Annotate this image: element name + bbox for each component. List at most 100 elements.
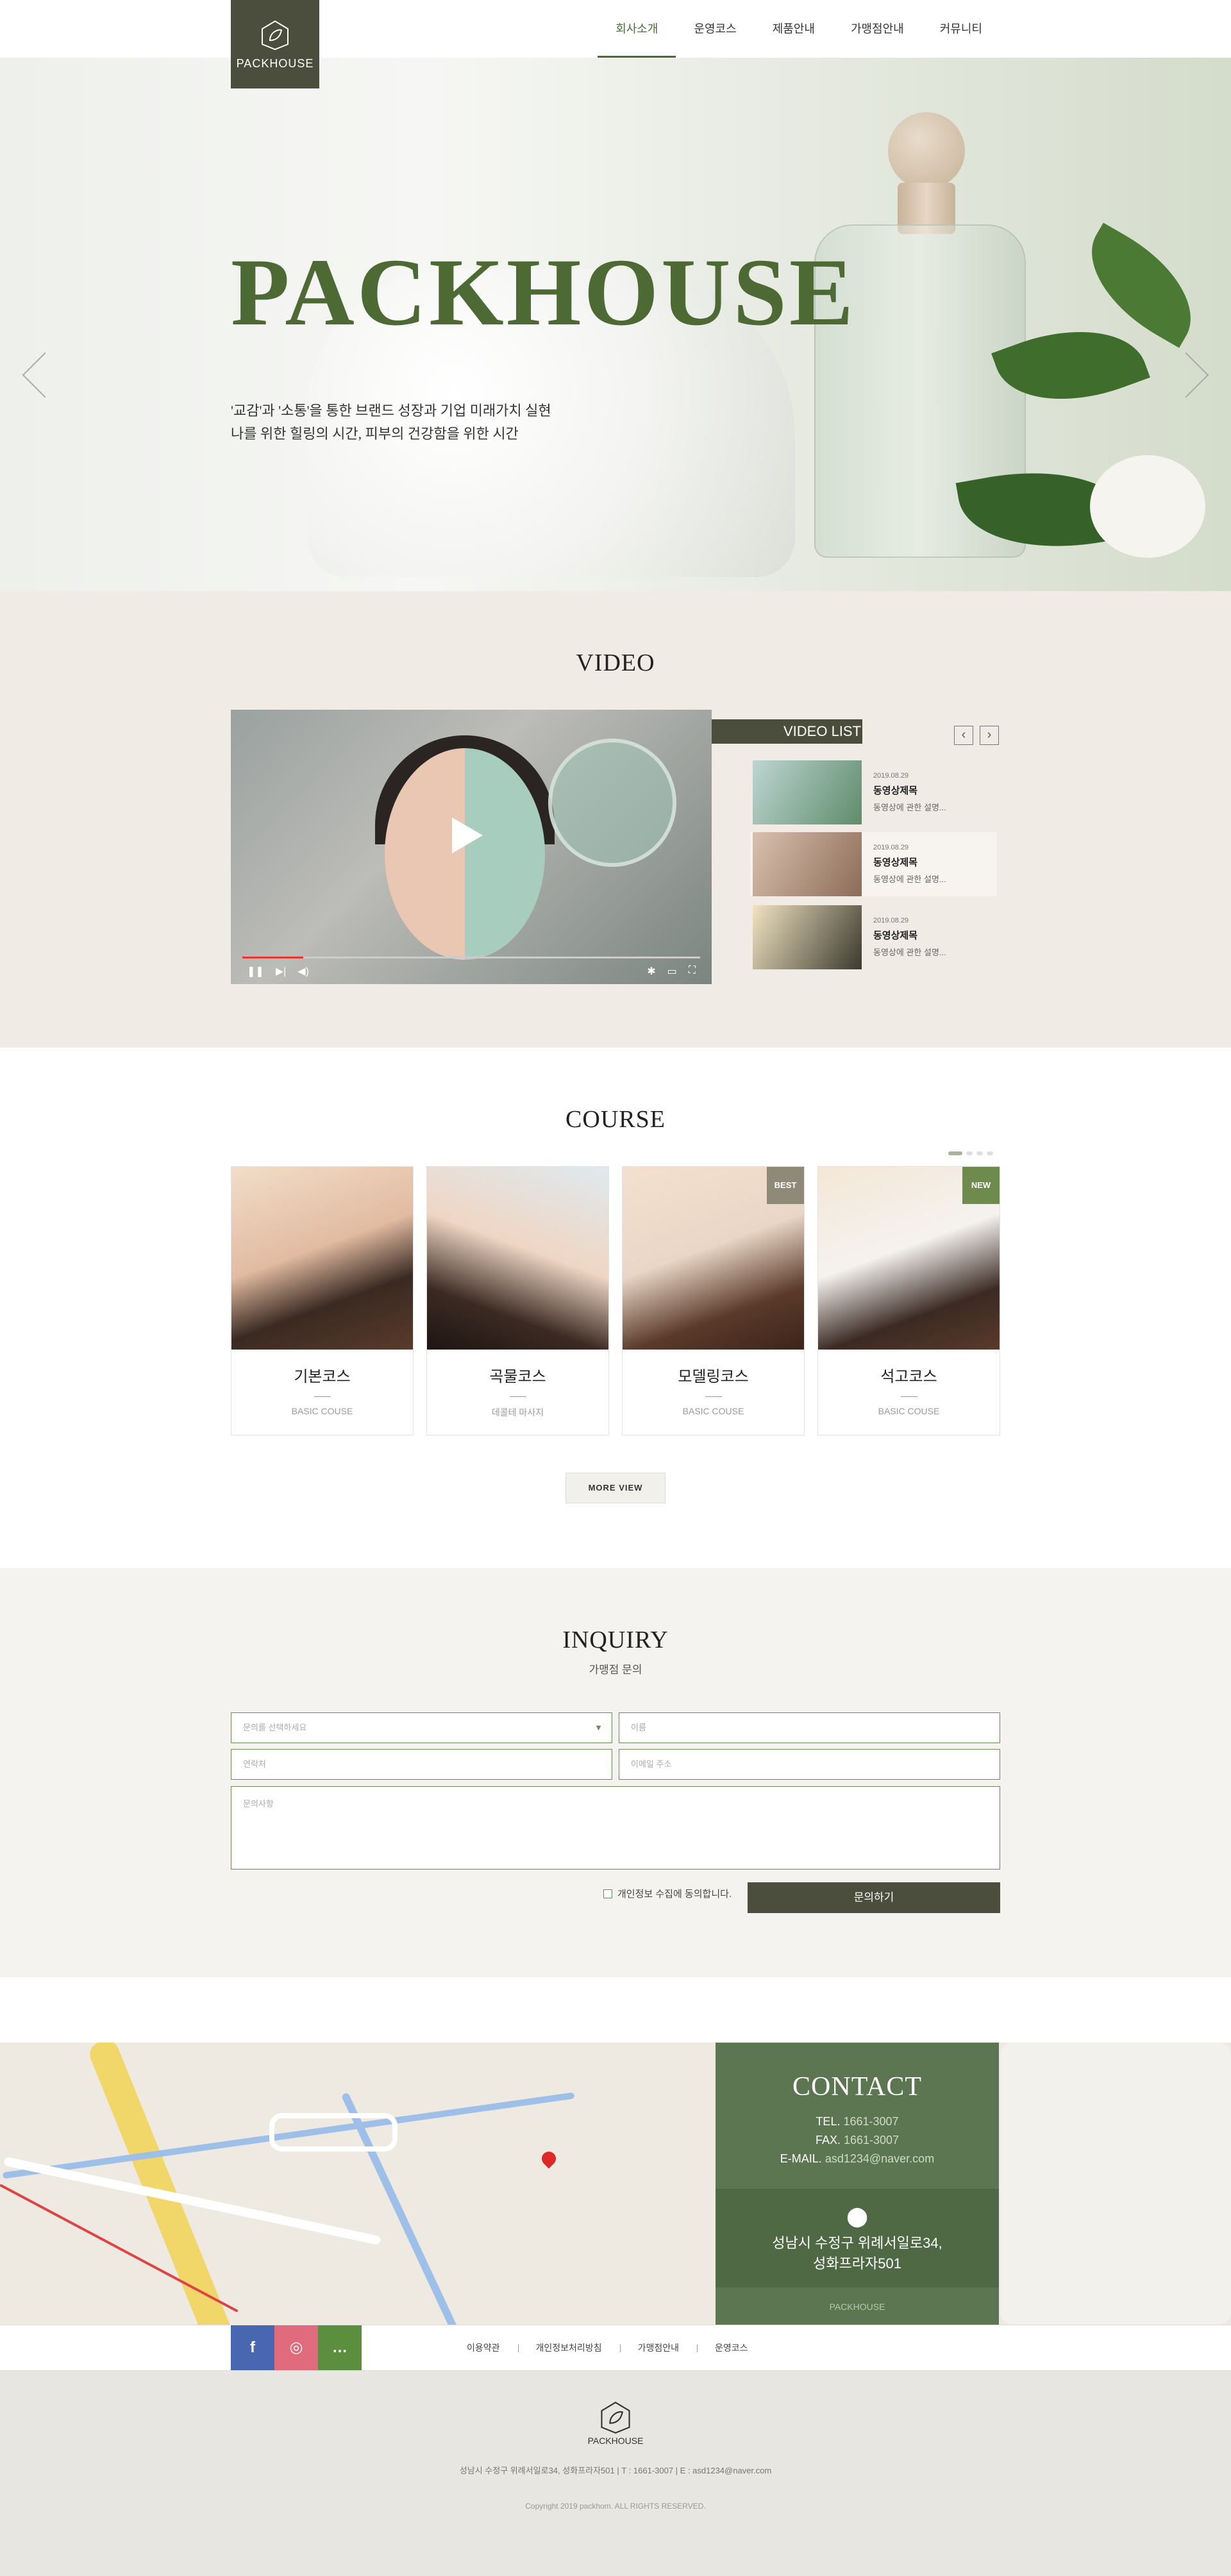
location-pin-icon[interactable] (539, 2148, 559, 2169)
address-line: 성남시 수정구 위례서일로34, (772, 2235, 942, 2251)
contact-panel: CONTACT TEL. 1661-3007 FAX. 1661-3007 E-… (716, 2043, 999, 2326)
course-pagination (948, 1151, 993, 1155)
course-name: 곡물코스 (489, 1368, 546, 1385)
instagram-icon[interactable]: ◎ (274, 2325, 318, 2370)
site-header: PACKHOUSE 회사소개 운영코스 제품안내 가맹점안내 커뮤니티 (0, 0, 1231, 88)
phone-field[interactable]: 연락처 (231, 1749, 612, 1780)
video-thumb (753, 760, 862, 824)
inquiry-title: INQUIRY (562, 1627, 669, 1653)
course-desc: BASIC COUSE (878, 1406, 940, 1416)
video-date: 2019.08.29 (873, 844, 909, 851)
gear-icon[interactable]: ✱ (647, 965, 655, 978)
divider (314, 1396, 331, 1397)
contact-email: E-MAIL. asd1234@naver.com (780, 2152, 935, 2165)
course-card[interactable]: 기본코스 BASIC COUSE (231, 1166, 414, 1435)
divider (900, 1396, 917, 1397)
video-thumb (753, 832, 862, 896)
location-map[interactable] (0, 2043, 1231, 2325)
fax-value: 1661-3007 (843, 2134, 900, 2146)
hero-banner: PACKHOUSE '교감'과 '소통'을 통한 브랜드 성장과 기업 미래가치… (0, 58, 1231, 591)
video-thumbnail-face (385, 748, 545, 960)
skip-next-icon[interactable]: ▶| (276, 965, 286, 978)
footer-link-courses[interactable]: 운영코스 (696, 2325, 766, 2370)
nav-courses[interactable]: 운영코스 (676, 0, 754, 58)
map-area (1000, 2043, 1231, 2325)
video-item-desc: 동영상에 관한 설명... (873, 948, 946, 957)
hero-subtitle-line: 나를 위한 힐링의 시간, 피부의 건강함을 위한 시간 (231, 426, 519, 442)
fullscreen-icon[interactable]: ⛶ (689, 965, 696, 978)
footer-copyright: Copyright 2019 packhom. ALL RIGHTS RESER… (525, 2502, 706, 2511)
more-view-button[interactable]: MORE VIEW (565, 1473, 666, 1503)
volume-icon[interactable]: ◀) (297, 965, 309, 978)
contact-fax: FAX. 1661-3007 (815, 2134, 900, 2146)
course-image (231, 1167, 413, 1350)
video-list-item[interactable]: 2019.08.29 동영상제목 동영상에 관한 설명... (750, 760, 997, 824)
leaf-image (1068, 222, 1215, 348)
nav-community[interactable]: 커뮤니티 (922, 0, 1000, 58)
nav-about[interactable]: 회사소개 (598, 0, 676, 58)
footer-link-terms[interactable]: 이용약관 (449, 2325, 518, 2370)
email-value[interactable]: asd1234@naver.com (825, 2152, 934, 2165)
theater-mode-icon[interactable]: ▭ (667, 965, 677, 978)
hero-subtitle-line: '교감'과 '소통'을 통한 브랜드 성장과 기업 미래가치 실현 (231, 403, 551, 419)
leaf-logo-icon (262, 20, 289, 50)
checkbox-icon[interactable] (603, 1889, 612, 1898)
cork-image (888, 112, 965, 189)
select-placeholder: 문의를 선택하세요 (243, 1723, 307, 1732)
site-logo[interactable]: PACKHOUSE (231, 0, 319, 88)
chevron-right-icon[interactable] (1163, 352, 1209, 398)
inquiry-section: INQUIRY 가맹점 문의 문의를 선택하세요 ▼ 이름 연락처 이메일 주소… (0, 1568, 1231, 1977)
contact-title: CONTACT (792, 2072, 922, 2102)
video-player[interactable]: ❚❚ ▶| ◀) ✱ ▭ ⛶ (231, 710, 712, 984)
course-section: COURSE 기본코스 BASIC COUSE 곡물코스 데콜테 마사지 BES… (0, 1048, 1231, 1568)
inquiry-type-select[interactable]: 문의를 선택하세요 ▼ (231, 1712, 612, 1743)
course-dot[interactable] (948, 1151, 962, 1155)
footer-address: 성남시 수정구 위례서일로34, 성화프라자501 | T : 1661-300… (459, 2466, 772, 2475)
message-textarea[interactable]: 문의사항 (231, 1786, 1000, 1869)
course-image (427, 1167, 608, 1350)
submit-inquiry-button[interactable]: 문의하기 (748, 1882, 1000, 1913)
course-image: BEST (623, 1167, 804, 1350)
video-item-title: 동영상제목 (873, 857, 918, 868)
video-title: VIDEO (576, 649, 655, 676)
privacy-agree-checkbox[interactable]: 개인정보 수집에 동의합니다. (603, 1887, 732, 1900)
course-dot[interactable] (976, 1151, 983, 1155)
video-item-title: 동영상제목 (873, 785, 918, 796)
course-desc: BASIC COUSE (682, 1406, 744, 1416)
nav-products[interactable]: 제품안내 (755, 0, 833, 58)
video-list-item[interactable]: 2019.08.29 동영상제목 동영상에 관한 설명... (750, 905, 997, 969)
play-icon[interactable] (452, 817, 483, 853)
course-dot[interactable] (966, 1151, 973, 1155)
course-card[interactable]: NEW 석고코스 BASIC COUSE (817, 1166, 1000, 1435)
pause-icon[interactable]: ❚❚ (247, 965, 264, 978)
video-thumb (753, 905, 862, 969)
new-badge: NEW (962, 1167, 1000, 1204)
course-dot[interactable] (987, 1151, 993, 1155)
video-item-title: 동영상제목 (873, 930, 918, 941)
video-item-desc: 동영상에 관한 설명... (873, 874, 946, 884)
video-progress-bar[interactable] (242, 957, 700, 958)
chevron-left-icon[interactable]: ‹ (954, 726, 973, 745)
video-progress-fill (242, 957, 303, 958)
location-pin-icon: ⬤ (846, 2206, 868, 2227)
footer-link-privacy[interactable]: 개인정보처리방침 (517, 2325, 620, 2370)
map-road (269, 2113, 398, 2152)
chevron-left-icon[interactable] (22, 352, 68, 398)
course-desc: 데콜테 마사지 (491, 1407, 544, 1418)
footer-link-franchise[interactable]: 가맹점안내 (619, 2325, 697, 2370)
course-card[interactable]: 곡물코스 데콜테 마사지 (426, 1166, 609, 1435)
facebook-icon[interactable]: f (231, 2325, 274, 2370)
video-section: VIDEO ❚❚ ▶| ◀) ✱ ▭ ⛶ VIDEO LIST ‹ › 2019… (0, 591, 1231, 1048)
video-list-item[interactable]: 2019.08.29 동영상제목 동영상에 관한 설명... (750, 832, 997, 896)
chat-icon[interactable]: … (318, 2325, 362, 2370)
course-card[interactable]: BEST 모델링코스 BASIC COUSE (622, 1166, 805, 1435)
leaf-logo-icon (601, 2402, 630, 2434)
video-list-header: VIDEO LIST (712, 719, 862, 744)
name-field[interactable]: 이름 (619, 1712, 1000, 1743)
chevron-right-icon[interactable]: › (980, 726, 999, 745)
course-image: NEW (818, 1167, 1000, 1350)
nav-franchise[interactable]: 가맹점안내 (833, 0, 922, 58)
site-footer: PACKHOUSE 성남시 수정구 위례서일로34, 성화프라자501 | T … (0, 2371, 1231, 2576)
email-field[interactable]: 이메일 주소 (619, 1749, 1000, 1780)
footer-logo[interactable]: PACKHOUSE (0, 2400, 1231, 2446)
